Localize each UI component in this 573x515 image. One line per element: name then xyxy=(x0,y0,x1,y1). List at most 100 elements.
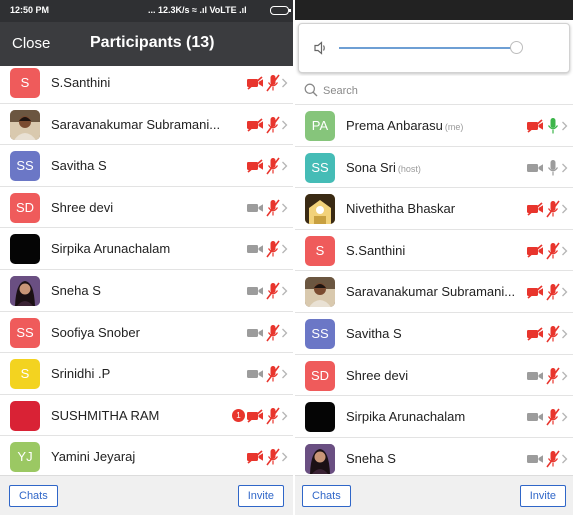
chevron-right-icon xyxy=(282,161,288,171)
participant-name: Saravanakumar Subramani... xyxy=(51,117,220,132)
participant-row[interactable]: SD Shree devi xyxy=(295,355,573,397)
participant-name: Sneha S xyxy=(51,283,101,298)
participant-name: S.Santhini xyxy=(51,75,110,90)
participant-row[interactable]: Sirpika Arunachalam xyxy=(295,396,573,438)
volume-slider-knob[interactable] xyxy=(509,41,523,54)
participant-name: SUSHMITHA RAM xyxy=(51,408,159,423)
participant-row[interactable]: PA Prema Anbarasu (me) xyxy=(295,105,573,147)
participant-row[interactable]: S S.Santhini xyxy=(295,230,573,272)
avatar: SS xyxy=(10,317,40,348)
participant-status-icons xyxy=(246,324,289,342)
participant-name: Sneha S xyxy=(346,451,396,466)
chats-button[interactable]: Chats xyxy=(302,485,351,507)
participant-row[interactable]: Sneha S xyxy=(295,438,573,480)
invite-button[interactable]: Invite xyxy=(519,485,566,507)
participant-name-text: Shree devi xyxy=(51,199,114,215)
mic-off-icon xyxy=(266,157,280,175)
participant-row[interactable]: SS Sona Sri (host) xyxy=(295,147,573,189)
mic-off-icon xyxy=(266,74,280,92)
participant-row[interactable]: Nivethitha Bhaskar xyxy=(295,188,573,230)
mic-off-icon xyxy=(266,240,280,258)
video-on-icon xyxy=(247,245,263,254)
status-bar: 12:50 PM ... 12.3K/s ≈ .ıl VoLTE .ıl xyxy=(0,0,293,22)
chevron-right-icon xyxy=(562,329,568,339)
participants-header: Close Participants (13) xyxy=(0,22,293,66)
chevron-right-icon xyxy=(282,452,288,462)
participant-row[interactable]: Sneha S xyxy=(0,270,293,312)
chevron-right-icon xyxy=(562,121,568,131)
participant-status-icons xyxy=(246,365,289,383)
mic-off-icon xyxy=(266,116,280,134)
video-on-icon xyxy=(247,370,263,379)
chevron-right-icon xyxy=(282,286,288,296)
video-off-icon xyxy=(247,76,263,90)
mic-off-icon xyxy=(266,448,280,466)
chats-button[interactable]: Chats xyxy=(9,485,58,507)
participant-name-text: Sona Sri xyxy=(346,159,396,175)
avatar: SS xyxy=(10,151,40,182)
unread-badge: 1 xyxy=(232,409,245,423)
participant-row[interactable]: SUSHMITHA RAM 1 xyxy=(0,395,293,437)
status-network: ... 12.3K/s ≈ .ıl VoLTE .ıl xyxy=(148,5,247,15)
chevron-right-icon xyxy=(562,204,568,214)
close-button[interactable]: Close xyxy=(12,35,50,52)
chevron-right-icon xyxy=(282,203,288,213)
mic-off-icon xyxy=(266,365,280,383)
avatar xyxy=(305,194,335,225)
video-off-icon xyxy=(247,450,263,464)
participant-status-icons xyxy=(526,117,569,135)
participant-status-icons xyxy=(526,283,569,301)
video-on-icon xyxy=(527,163,543,172)
participant-name: Srinidhi .P xyxy=(51,366,110,381)
role-tag: (host) xyxy=(397,163,421,174)
participant-status-icons xyxy=(526,325,569,343)
avatar: S xyxy=(10,359,40,390)
video-on-icon xyxy=(247,328,263,337)
avatar: SD xyxy=(305,360,335,391)
participant-row[interactable]: Saravanakumar Subramani... xyxy=(0,104,293,146)
participant-row[interactable]: SS Savitha S xyxy=(0,145,293,187)
page-title: Participants (13) xyxy=(90,34,215,51)
avatar: S xyxy=(305,235,335,266)
mic-off-icon xyxy=(266,199,280,217)
participant-status-icons xyxy=(526,242,569,260)
participant-row[interactable]: YJ Yamini Jeyaraj xyxy=(0,436,293,478)
participant-row[interactable]: SS Savitha S xyxy=(295,313,573,355)
video-off-icon xyxy=(247,409,263,423)
invite-button[interactable]: Invite xyxy=(237,485,284,507)
participant-status-icons xyxy=(246,448,289,466)
participant-status-icons xyxy=(526,200,569,218)
participant-name: Shree devi xyxy=(51,200,113,215)
footer-bar: Chats Invite xyxy=(295,475,573,515)
participant-status-icons xyxy=(246,157,289,175)
participant-name-text: Saravanakumar Subramani... xyxy=(346,284,516,300)
status-time: 12:50 PM xyxy=(10,5,50,15)
volume-slider-track[interactable] xyxy=(339,47,516,49)
participant-row[interactable]: Sirpika Arunachalam xyxy=(0,228,293,270)
avatar xyxy=(10,400,40,431)
participant-name-text: Sirpika Arunachalam xyxy=(51,241,171,257)
video-on-icon xyxy=(247,203,263,212)
participant-name-text: Srinidhi .P xyxy=(51,366,111,382)
participant-status-icons xyxy=(246,240,289,258)
video-off-icon xyxy=(527,202,543,216)
mic-off-icon xyxy=(266,282,280,300)
participant-status-icons xyxy=(526,450,569,468)
mic-off-icon xyxy=(546,408,560,426)
avatar xyxy=(10,275,40,306)
participant-name: Sirpika Arunachalam xyxy=(51,241,170,256)
participant-row[interactable]: SS Soofiya Snober xyxy=(0,312,293,354)
participant-row[interactable]: SD Shree devi xyxy=(0,187,293,229)
participant-row[interactable]: S S.Santhini xyxy=(0,62,293,104)
participant-name-text: Sneha S xyxy=(51,282,101,298)
participant-name: Yamini Jeyaraj xyxy=(51,449,135,464)
participant-name: Savitha S xyxy=(51,158,107,173)
participant-status-icons xyxy=(526,367,569,385)
chevron-right-icon xyxy=(282,78,288,88)
participant-name-text: Savitha S xyxy=(51,158,107,174)
participant-row[interactable]: Saravanakumar Subramani... xyxy=(295,271,573,313)
participant-status-icons xyxy=(246,199,289,217)
participant-row[interactable]: S Srinidhi .P xyxy=(0,353,293,395)
search-icon xyxy=(304,83,318,97)
search-input[interactable] xyxy=(323,81,553,100)
